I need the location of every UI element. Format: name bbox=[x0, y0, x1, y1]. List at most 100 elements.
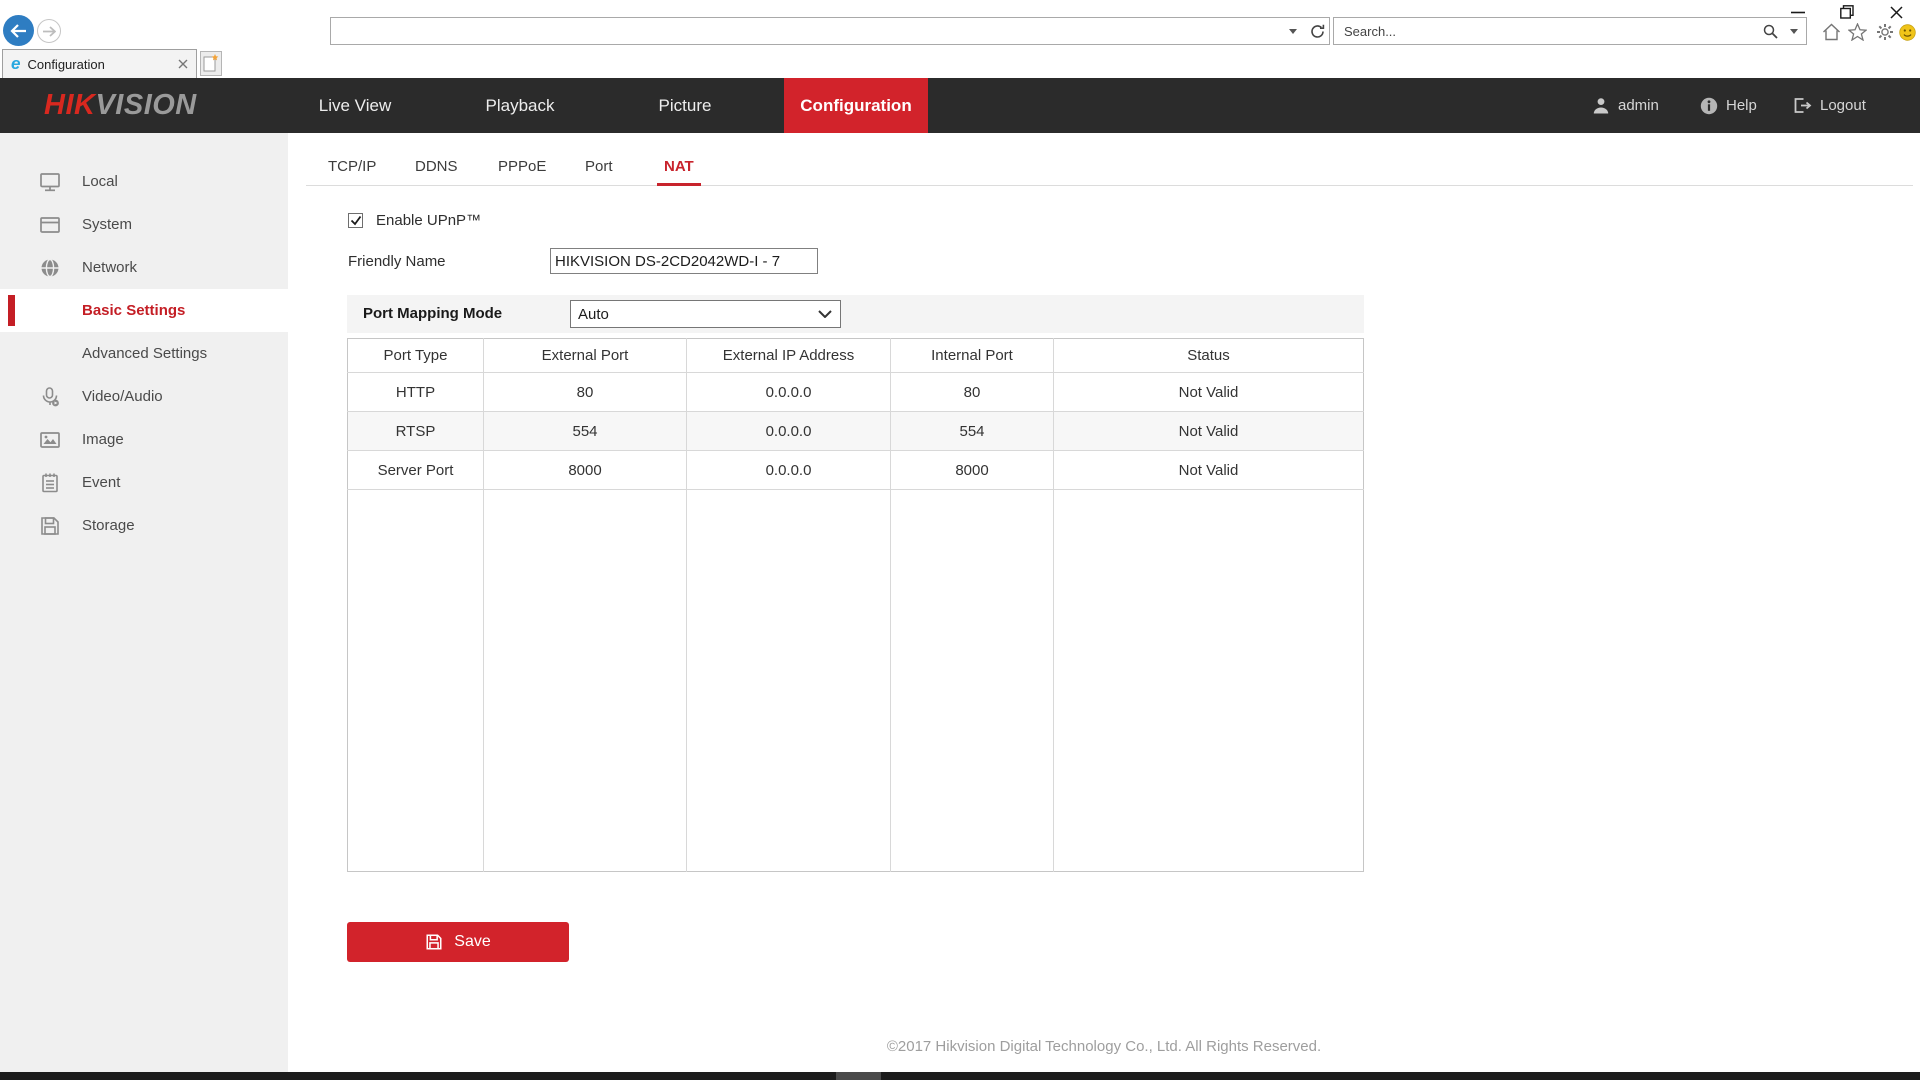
restore-button[interactable] bbox=[1833, 3, 1861, 21]
sidebar-item-image[interactable]: Image bbox=[0, 418, 288, 461]
cell-internal-port: 80 bbox=[891, 373, 1054, 412]
app-header: HIKVISION Live View Playback Picture Con… bbox=[0, 78, 1920, 133]
col-internal-port: Internal Port bbox=[891, 339, 1054, 373]
nav-live-view[interactable]: Live View bbox=[300, 78, 410, 133]
sidebar-item-video-audio[interactable]: Video/Audio bbox=[0, 375, 288, 418]
port-mapping-select[interactable]: Auto bbox=[570, 300, 841, 328]
sidebar-item-label: Event bbox=[82, 474, 120, 491]
nav-picture[interactable]: Picture bbox=[635, 78, 735, 133]
hikvision-logo: HIKVISION bbox=[44, 78, 197, 133]
browser-tab-configuration[interactable]: e Configuration bbox=[2, 49, 197, 78]
back-arrow-icon bbox=[10, 24, 27, 38]
search-button[interactable] bbox=[1758, 18, 1782, 44]
logo-text-gray: VISION bbox=[95, 89, 196, 122]
globe-icon bbox=[38, 257, 62, 279]
sidebar-item-storage[interactable]: Storage bbox=[0, 504, 288, 547]
chevron-down-icon bbox=[1790, 29, 1798, 34]
table-empty-area bbox=[348, 490, 1364, 872]
address-input[interactable] bbox=[331, 24, 1281, 39]
search-dropdown-button[interactable] bbox=[1782, 18, 1806, 44]
favorites-button[interactable] bbox=[1846, 22, 1868, 42]
cell-internal-port: 8000 bbox=[891, 451, 1054, 490]
cell-internal-port: 554 bbox=[891, 412, 1054, 451]
col-status: Status bbox=[1054, 339, 1364, 373]
tab-nat[interactable]: NAT bbox=[657, 152, 701, 186]
cell-status: Not Valid bbox=[1054, 451, 1364, 490]
minimize-button[interactable] bbox=[1784, 3, 1812, 21]
port-mapping-row: Port Mapping Mode Auto bbox=[347, 295, 1364, 333]
table-row: Server Port 8000 0.0.0.0 8000 Not Valid bbox=[348, 451, 1364, 490]
enable-upnp-label: Enable UPnP™ bbox=[376, 212, 481, 229]
info-icon bbox=[1700, 97, 1718, 115]
sidebar-item-advanced-settings[interactable]: Advanced Settings bbox=[0, 332, 288, 375]
search-icon bbox=[1763, 24, 1778, 39]
table-header-row: Port Type External Port External IP Addr… bbox=[348, 339, 1364, 373]
sidebar-item-local[interactable]: Local bbox=[0, 160, 288, 203]
table-row: HTTP 80 0.0.0.0 80 Not Valid bbox=[348, 373, 1364, 412]
smiley-icon bbox=[1899, 24, 1916, 41]
sidebar-item-label: Advanced Settings bbox=[82, 345, 207, 362]
feedback-button[interactable] bbox=[1896, 22, 1918, 42]
sidebar-item-system[interactable]: System bbox=[0, 203, 288, 246]
help-label: Help bbox=[1726, 97, 1757, 114]
cell-external-port: 80 bbox=[484, 373, 687, 412]
sidebar-item-network[interactable]: Network bbox=[0, 246, 288, 289]
search-input[interactable] bbox=[1334, 24, 1758, 39]
star-icon bbox=[1848, 23, 1867, 41]
home-button[interactable] bbox=[1820, 22, 1842, 42]
enable-upnp-checkbox[interactable] bbox=[348, 213, 363, 228]
new-tab-button[interactable] bbox=[200, 51, 222, 76]
cell-port-type: RTSP bbox=[348, 412, 484, 451]
tab-tcpip[interactable]: TCP/IP bbox=[328, 152, 376, 186]
gear-icon bbox=[1876, 23, 1894, 41]
chevron-down-icon bbox=[818, 310, 832, 318]
tab-ddns[interactable]: DDNS bbox=[415, 152, 458, 186]
new-tab-icon bbox=[203, 54, 219, 73]
tab-bar: e Configuration bbox=[0, 46, 1920, 78]
logout-label: Logout bbox=[1820, 97, 1866, 114]
main-content: TCP/IP DDNS PPPoE Port NAT Enable UPnP™ … bbox=[288, 133, 1920, 1072]
address-dropdown-button[interactable] bbox=[1281, 18, 1305, 44]
system-icon bbox=[38, 214, 62, 236]
back-button[interactable] bbox=[3, 15, 34, 46]
minimize-icon bbox=[1791, 11, 1805, 14]
tab-close-icon[interactable] bbox=[178, 59, 188, 69]
cell-external-ip: 0.0.0.0 bbox=[687, 412, 891, 451]
bottom-bar bbox=[0, 1072, 1920, 1080]
help-button[interactable]: Help bbox=[1700, 78, 1757, 133]
close-button[interactable] bbox=[1882, 3, 1910, 21]
cell-external-port: 8000 bbox=[484, 451, 687, 490]
table-row: RTSP 554 0.0.0.0 554 Not Valid bbox=[348, 412, 1364, 451]
cell-external-port: 554 bbox=[484, 412, 687, 451]
address-bar[interactable] bbox=[330, 17, 1330, 45]
forward-button[interactable] bbox=[37, 19, 61, 43]
col-external-ip: External IP Address bbox=[687, 339, 891, 373]
nav-configuration[interactable]: Configuration bbox=[784, 78, 928, 133]
logout-button[interactable]: Logout bbox=[1793, 78, 1866, 133]
scrollbar-thumb[interactable] bbox=[836, 1072, 881, 1080]
forward-arrow-icon bbox=[42, 26, 56, 37]
nav-playback[interactable]: Playback bbox=[465, 78, 575, 133]
save-icon bbox=[425, 933, 443, 951]
checkmark-icon bbox=[350, 215, 362, 226]
sidebar-item-basic-settings[interactable]: Basic Settings bbox=[0, 289, 288, 332]
friendly-name-input[interactable] bbox=[550, 248, 818, 274]
save-button[interactable]: Save bbox=[347, 922, 569, 962]
sidebar-item-event[interactable]: Event bbox=[0, 461, 288, 504]
cell-status: Not Valid bbox=[1054, 373, 1364, 412]
logout-icon bbox=[1793, 97, 1812, 114]
tab-pppoe[interactable]: PPPoE bbox=[498, 152, 546, 186]
refresh-button[interactable] bbox=[1305, 18, 1329, 44]
friendly-name-label: Friendly Name bbox=[348, 253, 446, 270]
sidebar-item-label: System bbox=[82, 216, 132, 233]
user-icon bbox=[1592, 97, 1610, 114]
cell-port-type: Server Port bbox=[348, 451, 484, 490]
event-icon bbox=[38, 472, 62, 494]
settings-button[interactable] bbox=[1874, 22, 1896, 42]
selected-indicator bbox=[8, 295, 15, 326]
col-port-type: Port Type bbox=[348, 339, 484, 373]
cell-external-ip: 0.0.0.0 bbox=[687, 373, 891, 412]
search-box[interactable] bbox=[1333, 17, 1807, 45]
network-subtabs: TCP/IP DDNS PPPoE Port NAT bbox=[306, 150, 1913, 186]
tab-port[interactable]: Port bbox=[585, 152, 613, 186]
